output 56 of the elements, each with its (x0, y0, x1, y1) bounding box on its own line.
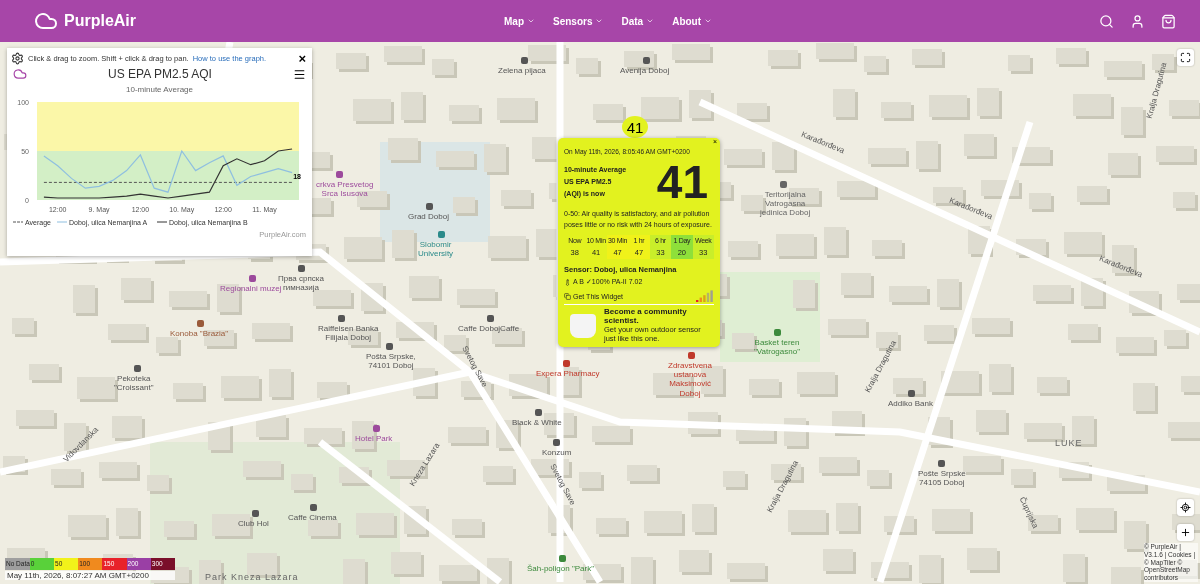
place-label: Zelena pijaca (498, 66, 546, 76)
widget-icon (564, 292, 571, 300)
place-label: Šah-poligon "Park" (527, 564, 595, 574)
place-label: crkva Presvetog Srca Isusova (316, 180, 374, 199)
place-label: Hotel Park (355, 434, 393, 444)
place-label: Zdravstvena ustanova Maksimović Doboj (668, 361, 713, 398)
locate-button[interactable] (1177, 499, 1194, 516)
place-label: Pekoteka "Croissant" (114, 374, 154, 393)
place-label: Expera Pharmacy (536, 369, 600, 379)
zoom-in-button[interactable] (1177, 524, 1194, 541)
place-label: Basket teren "Vatrogasno" (754, 338, 800, 357)
place-label: Teritorijalna Vatrogasna jedinica Doboj (760, 190, 811, 218)
brand-name[interactable]: PurpleAir (64, 12, 136, 30)
cart-icon[interactable] (1161, 13, 1176, 29)
place-label: Konzum (542, 448, 572, 458)
place-label: Black & White (512, 418, 562, 428)
map-timestamp: May 11th, 2026, 8:07:27 AM GMT+0200 (5, 571, 175, 580)
place-label: Raiffeisen Banka Filijala Doboj (318, 324, 379, 343)
place-label: Avenija Doboj (620, 66, 670, 76)
signal-bars-icon (696, 290, 714, 303)
nav-menu[interactable]: Map (504, 15, 535, 27)
caret-icon (704, 17, 713, 25)
place-label: Regionalni muzej (220, 284, 282, 294)
aqi-value: 41 (656, 159, 708, 205)
caret-icon (527, 17, 535, 25)
cloud-logo-icon (13, 67, 27, 81)
expand-icon (1180, 52, 1191, 63)
place-label: Caffe DobojCaffe (458, 324, 520, 334)
settings-icon[interactable] (11, 52, 24, 65)
nav-menu[interactable]: About (672, 15, 713, 27)
place-label: Park Kneza Lazara (205, 572, 299, 583)
place-label: Addiko Bank (888, 399, 933, 409)
search-icon[interactable] (1099, 13, 1114, 29)
place-label: LUKE (1055, 438, 1083, 449)
place-label: Club Hol (238, 519, 269, 529)
promo-title: Become a community scientist. (604, 308, 688, 326)
crosshair-icon (1180, 502, 1191, 513)
sensor-device-picture (570, 313, 596, 338)
caret-icon (646, 17, 655, 25)
thermometer-icon (564, 278, 571, 286)
caret-icon (595, 17, 604, 25)
nav-menu[interactable]: Data (621, 15, 655, 27)
account-icon[interactable] (1130, 13, 1145, 29)
menu-icon[interactable] (293, 67, 306, 81)
fullscreen-button[interactable] (1177, 49, 1194, 66)
plus-icon (1180, 527, 1191, 538)
place-label: Konoba "Brazia" (170, 329, 229, 339)
close-button[interactable]: × (296, 52, 308, 65)
place-label: Slobomir University (418, 240, 454, 259)
place-label: Pošte Srpske 74105 Doboj (918, 469, 966, 488)
nav-menu[interactable]: Sensors (553, 15, 604, 27)
chart-title: US EPA PM2.5 AQI (107, 67, 213, 81)
place-label: Pošta Srpske, 74101 Doboj (366, 352, 416, 371)
chart-subtitle: 10-minute Average (126, 85, 193, 94)
place-label: Caffe Cinema (288, 513, 337, 523)
place-label: Grad Doboj (408, 212, 449, 222)
